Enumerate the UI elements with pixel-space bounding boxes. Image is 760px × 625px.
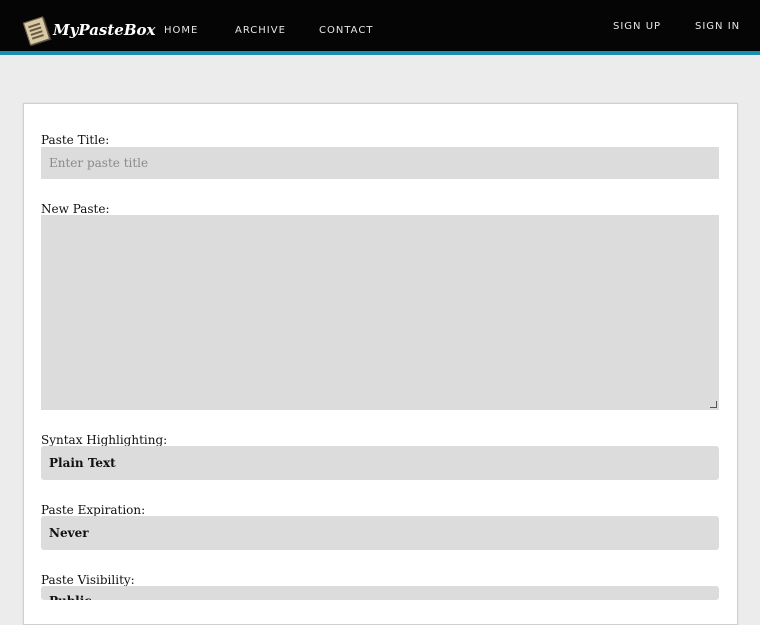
syntax-highlighting-select[interactable]: Plain Text [41,446,719,480]
paste-visibility-label: Paste Visibility: [41,573,135,587]
top-navigation-bar: MyPasteBox HOME ARCHIVE CONTACT SIGN UP … [0,0,760,55]
new-paste-label: New Paste: [41,202,110,216]
sign-up-link[interactable]: SIGN UP [613,21,661,32]
paste-expiration-select[interactable]: Never [41,516,719,550]
nav-home-link[interactable]: HOME [164,25,198,36]
brand-logo[interactable]: MyPasteBox [22,15,156,46]
new-paste-textarea[interactable] [41,215,719,410]
paste-visibility-select[interactable]: Public [41,586,719,600]
resize-handle-icon[interactable] [710,401,717,408]
syntax-highlighting-label: Syntax Highlighting: [41,433,168,447]
brand-name: MyPasteBox [53,21,156,39]
paste-title-input[interactable]: Enter paste title [41,147,719,179]
paste-expiration-label: Paste Expiration: [41,503,146,517]
paste-title-label: Paste Title: [41,133,110,147]
nav-contact-link[interactable]: CONTACT [319,25,373,36]
paste-document-icon [22,16,51,46]
sign-in-link[interactable]: SIGN IN [695,21,740,32]
nav-archive-link[interactable]: ARCHIVE [235,25,286,36]
